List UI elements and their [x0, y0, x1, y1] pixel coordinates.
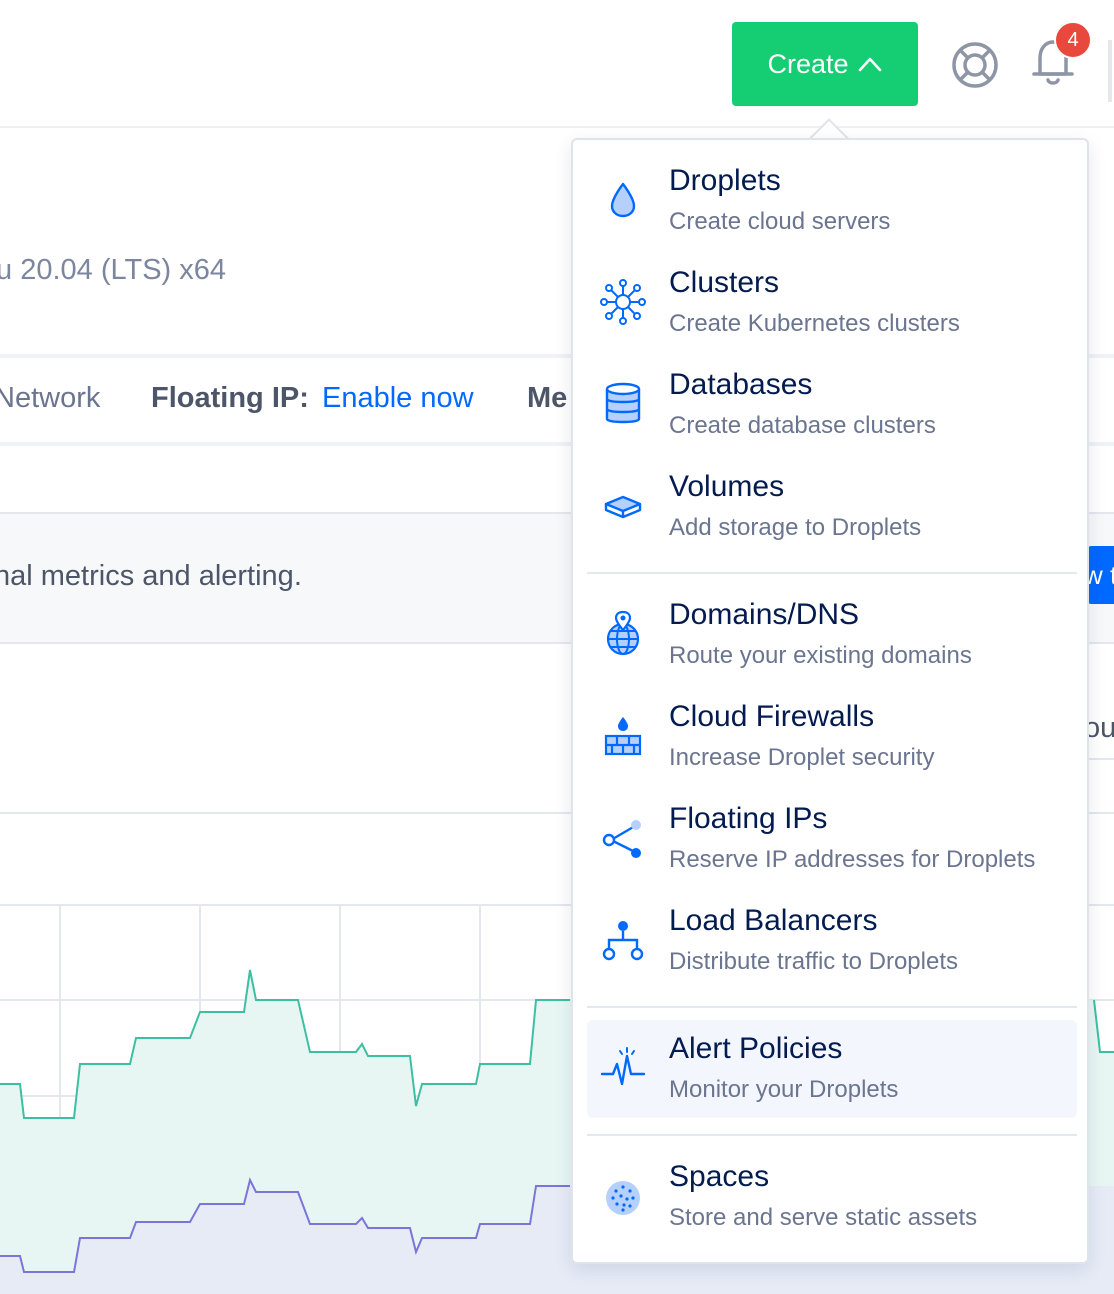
menu-item-title: Load Balancers — [669, 904, 878, 937]
menu-item-title: Floating IPs — [669, 802, 828, 835]
menu-item-title: Droplets — [669, 164, 781, 197]
topbar-divider — [1108, 40, 1112, 102]
menu-separator — [587, 1006, 1077, 1008]
menu-item-title: Databases — [669, 368, 813, 401]
kubernetes-icon — [600, 279, 646, 325]
network-label: Network — [0, 382, 101, 414]
menu-item-title: Domains/DNS — [669, 598, 860, 631]
database-icon — [605, 382, 641, 424]
menu-item-floating-ips[interactable]: Floating IPs Reserve IP addresses for Dr… — [587, 790, 1077, 888]
menu-item-title: Alert Policies — [669, 1032, 843, 1065]
enable-floating-ip-link[interactable]: Enable now — [322, 382, 474, 415]
menu-item-title: Clusters — [669, 266, 780, 299]
install-agent-label: w t — [1088, 559, 1114, 590]
firewall-icon — [604, 717, 642, 756]
menu-item-subtitle: Create Kubernetes clusters — [669, 310, 960, 337]
menu-item-title: Volumes — [669, 470, 785, 503]
menu-item-subtitle: Create database clusters — [669, 412, 936, 439]
share-nodes-icon — [602, 820, 641, 858]
spaces-icon — [606, 1181, 640, 1215]
menu-item-subtitle: Store and serve static assets — [669, 1204, 978, 1231]
menu-separator — [587, 572, 1077, 574]
menu-item-load-balancers[interactable]: Load Balancers Distribute traffic to Dro… — [587, 892, 1077, 990]
menu-item-title: Spaces — [669, 1160, 770, 1193]
menu-item-subtitle: Increase Droplet security — [669, 744, 935, 771]
menu-item-volumes[interactable]: Volumes Add storage to Droplets — [587, 458, 1077, 556]
top-bar: Create 4 — [0, 0, 1114, 128]
menu-item-subtitle: Route your existing domains — [669, 642, 972, 669]
pulse-icon — [600, 1047, 646, 1086]
menu-item-subtitle: Distribute traffic to Droplets — [669, 948, 958, 975]
metrics-banner-text: nal metrics and alerting. — [0, 560, 302, 592]
chevron-up-icon — [858, 57, 881, 72]
create-dropdown-menu: Droplets Create cloud servers Clusters C… — [571, 138, 1089, 1264]
menu-item-alert-policies[interactable]: Alert Policies Monitor your Droplets — [587, 1020, 1077, 1118]
load-balancer-icon — [602, 921, 644, 961]
volume-icon — [604, 495, 642, 519]
droplet-os-text: tu 20.04 (LTS) x64 — [0, 254, 227, 286]
lifebuoy-icon[interactable] — [950, 40, 1000, 90]
right-section-divider — [1088, 758, 1114, 760]
droplet-icon — [610, 182, 636, 218]
menu-item-spaces[interactable]: Spaces Store and serve static assets — [587, 1148, 1077, 1246]
menu-item-subtitle: Add storage to Droplets — [669, 514, 922, 541]
create-button[interactable]: Create — [732, 22, 918, 106]
create-button-label: Create — [767, 48, 849, 79]
menu-item-cloud-firewalls[interactable]: Cloud Firewalls Increase Droplet securit… — [587, 688, 1077, 786]
menu-item-domains-dns[interactable]: Domains/DNS Route your existing domains — [587, 586, 1077, 684]
metrics-label: Me — [527, 382, 568, 414]
globe-pin-icon — [606, 610, 640, 656]
notification-badge: 4 — [1054, 21, 1092, 59]
menu-item-databases[interactable]: Databases Create database clusters — [587, 356, 1077, 454]
menu-item-droplets[interactable]: Droplets Create cloud servers — [587, 152, 1077, 250]
floating-ip-label: Floating IP: — [151, 382, 309, 414]
menu-item-subtitle: Reserve IP addresses for Droplets — [669, 846, 1036, 873]
menu-item-title: Cloud Firewalls — [669, 700, 875, 733]
install-agent-button[interactable]: w t — [1088, 546, 1114, 604]
menu-item-subtitle: Monitor your Droplets — [669, 1076, 899, 1103]
menu-separator — [587, 1134, 1077, 1136]
menu-item-clusters[interactable]: Clusters Create Kubernetes clusters — [587, 254, 1077, 352]
menu-item-subtitle: Create cloud servers — [669, 208, 891, 235]
